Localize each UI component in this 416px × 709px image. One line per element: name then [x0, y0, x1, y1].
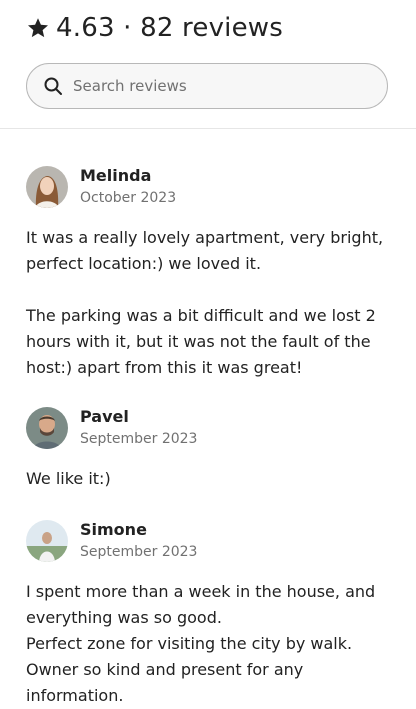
star-icon — [28, 18, 48, 38]
review-line: host:) apart from this it was great! — [26, 358, 303, 377]
reviewer-name: Simone — [80, 520, 147, 539]
review-header: Melinda October 2023 — [26, 165, 396, 209]
search-input[interactable] — [73, 77, 387, 95]
review-line: perfect location:) we loved it. — [26, 254, 262, 273]
reviews-header: 4.63 · 82 reviews — [0, 0, 416, 129]
review-line: I spent more than a week in the house, a… — [26, 582, 376, 601]
review-item: Simone September 2023 I spent more than … — [26, 519, 396, 709]
review-line: Perfect zone for visiting the city by wa… — [26, 634, 353, 653]
review-count: 82 reviews — [140, 13, 283, 43]
review-line: It was a really lovely apartment, very b… — [26, 228, 384, 247]
avatar[interactable] — [26, 520, 68, 562]
search-icon — [44, 77, 62, 95]
review-text: We like it:) — [26, 466, 396, 492]
review-text: It was a really lovely apartment, very b… — [26, 225, 396, 381]
review-date: October 2023 — [80, 190, 177, 206]
review-line: hours with it, but it was not the fault … — [26, 332, 371, 351]
review-line: Owner so kind and present for any — [26, 660, 304, 679]
search-bar[interactable] — [26, 63, 388, 109]
review-item: Melinda October 2023 It was a really lov… — [26, 165, 396, 381]
rating-separator: · — [123, 13, 132, 43]
review-date: September 2023 — [80, 431, 198, 447]
review-date: September 2023 — [80, 544, 198, 560]
rating-text: 4.63 · 82 reviews — [56, 13, 283, 43]
avatar[interactable] — [26, 166, 68, 208]
reviewer-name: Pavel — [80, 407, 129, 426]
review-line: everything was so good. — [26, 608, 222, 627]
rating-value: 4.63 — [56, 13, 115, 43]
rating-summary: 4.63 · 82 reviews — [26, 10, 283, 46]
avatar[interactable] — [26, 407, 68, 449]
reviewer-name: Melinda — [80, 166, 152, 185]
review-text: I spent more than a week in the house, a… — [26, 579, 396, 709]
review-header: Simone September 2023 — [26, 519, 396, 563]
review-line: We like it:) — [26, 469, 111, 488]
review-line: The parking was a bit difficult and we l… — [26, 306, 376, 325]
review-line: information. — [26, 686, 124, 705]
review-item: Pavel September 2023 We like it:) — [26, 406, 396, 492]
review-header: Pavel September 2023 — [26, 406, 396, 450]
